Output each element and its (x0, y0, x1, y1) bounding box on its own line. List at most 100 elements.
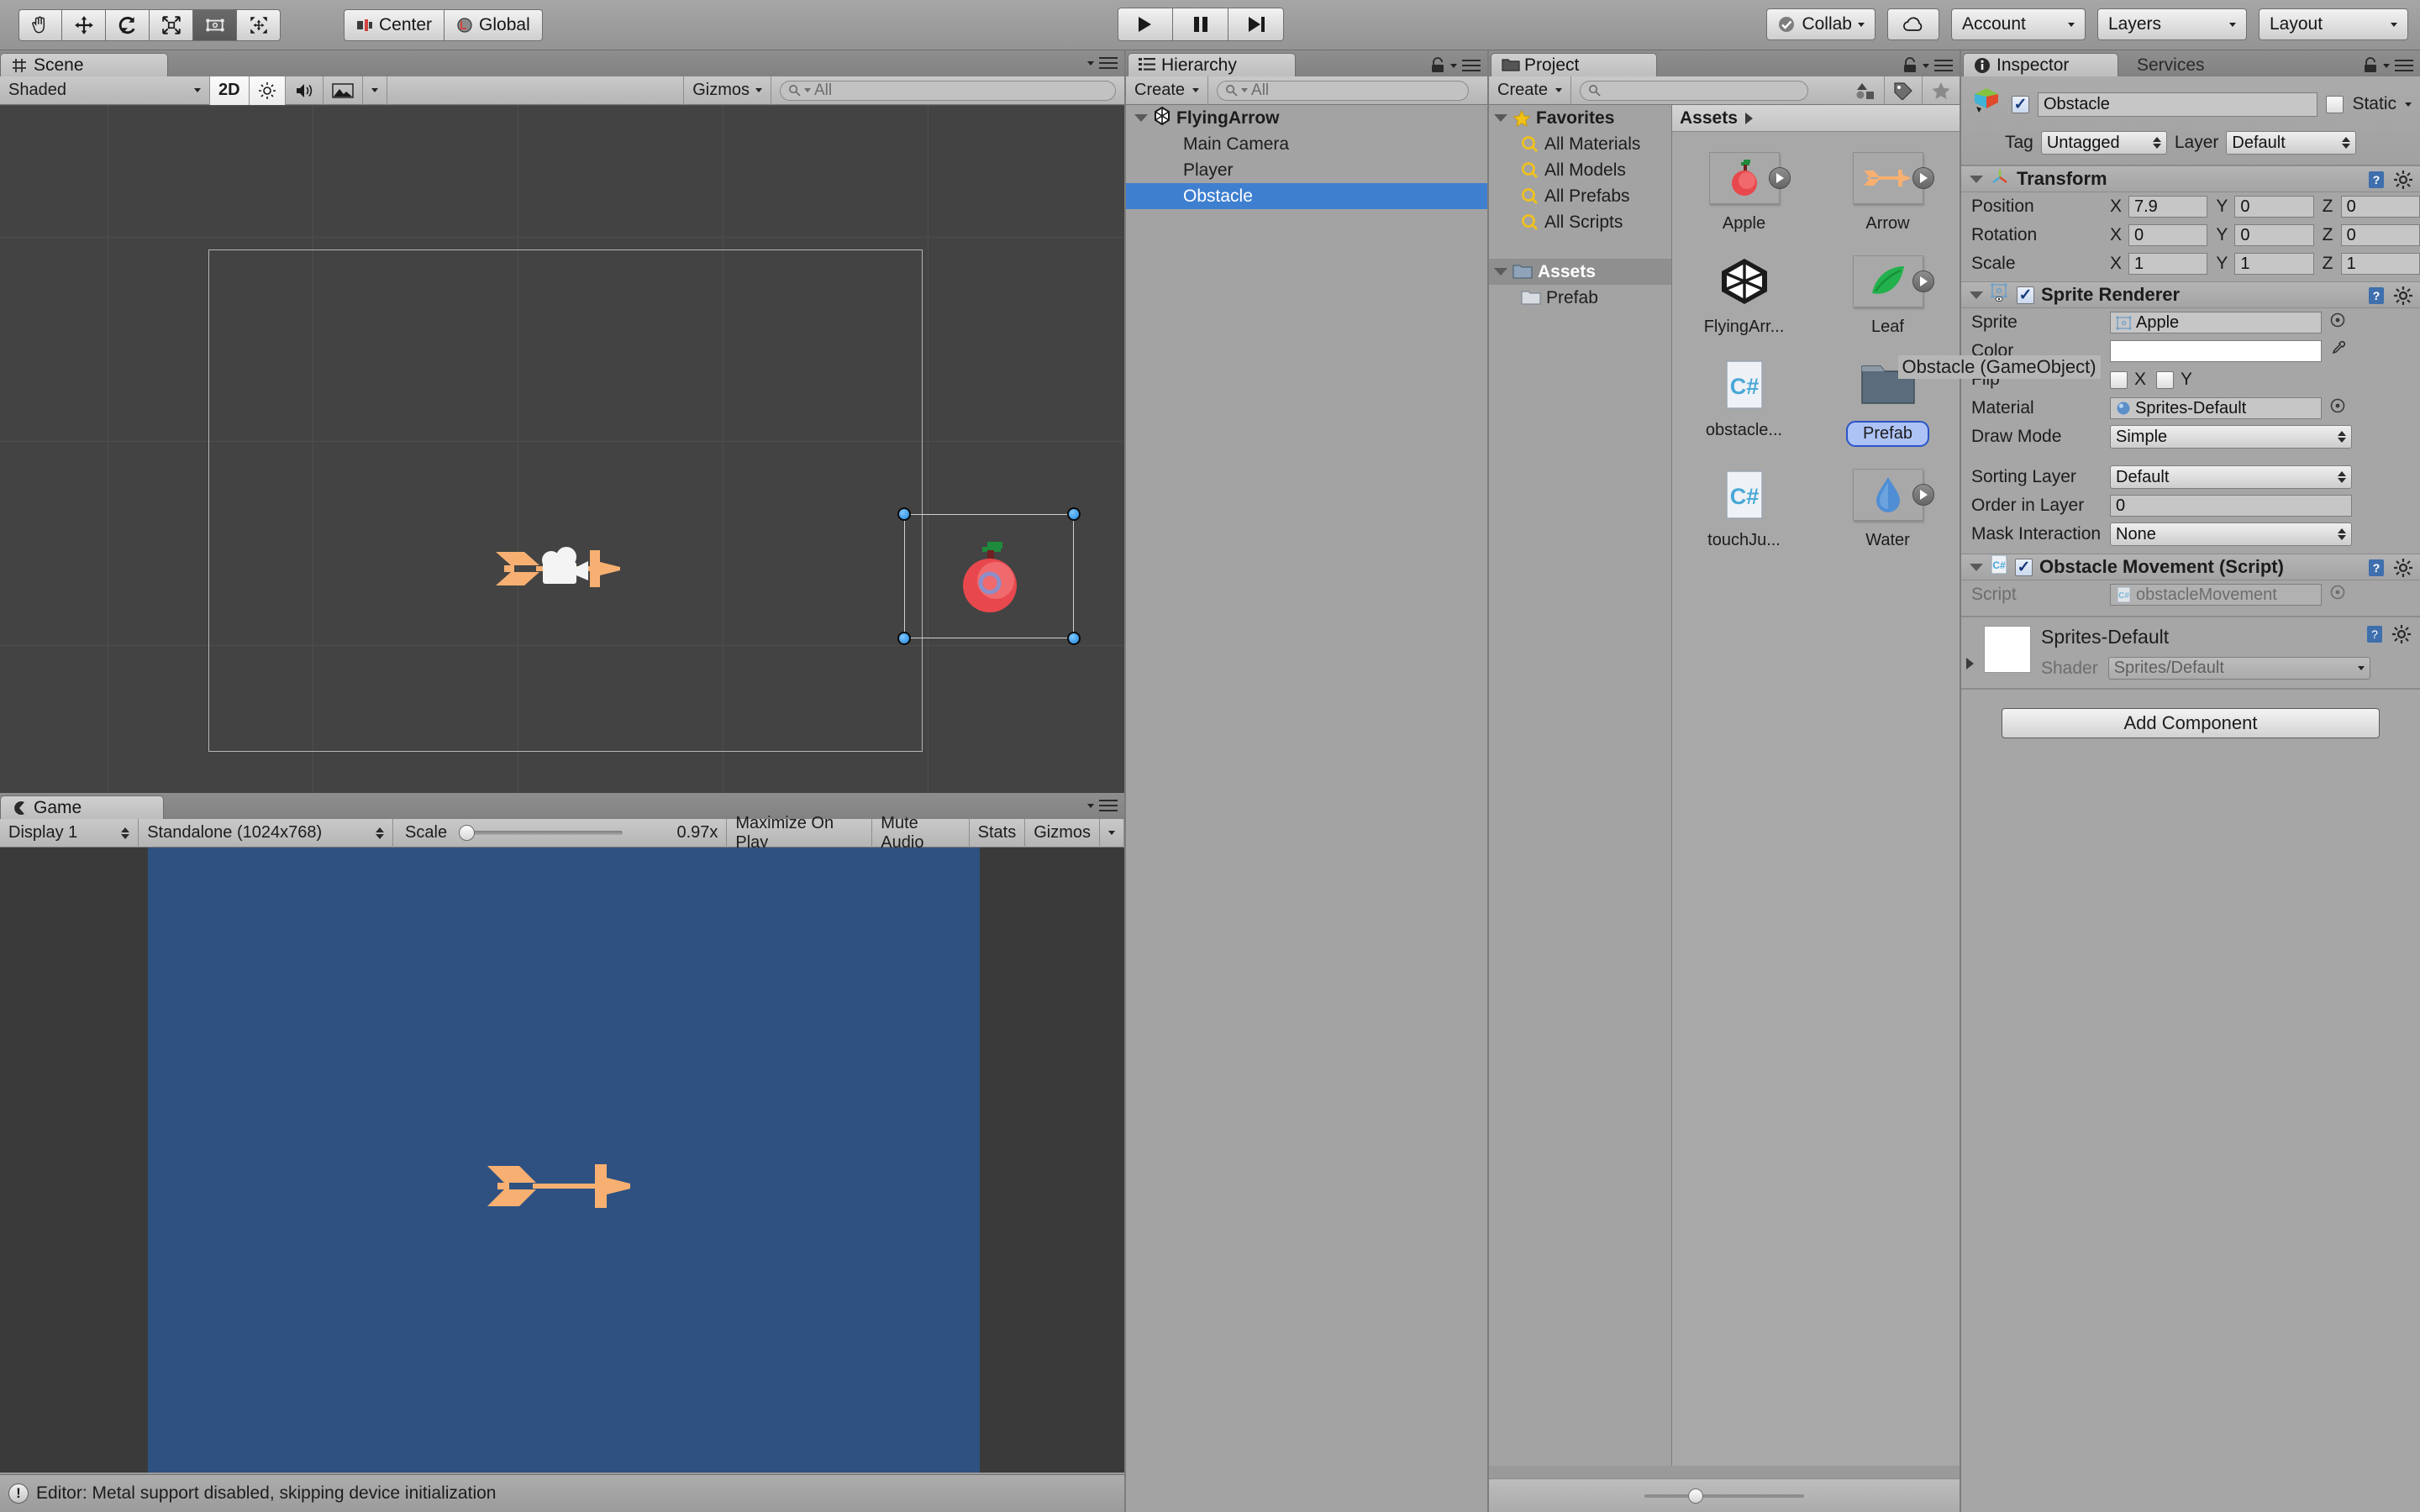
hierarchy-panel-menu[interactable] (1430, 57, 1481, 74)
scale-slider-knob[interactable] (459, 825, 476, 841)
account-button[interactable]: Account (1951, 8, 2086, 40)
tab-scene[interactable]: Scene (0, 53, 168, 76)
asset-item-prefab-folder[interactable]: Obstacle (GameObject) Prefab (1816, 355, 2101, 447)
gameobject-enabled-checkbox[interactable] (2012, 95, 2029, 113)
main-camera-gizmo[interactable] (536, 542, 595, 591)
move-tool-button[interactable] (62, 8, 106, 41)
script-component-header[interactable]: C# Obstacle Movement (Script) ? (1961, 554, 2420, 580)
effects-dropdown[interactable] (363, 76, 387, 105)
scale-z-input[interactable]: 1 (2340, 253, 2420, 275)
selection-handle-tl[interactable] (897, 507, 911, 521)
gameobject-name-input[interactable]: Obstacle (2038, 92, 2318, 117)
play-button[interactable] (1118, 8, 1173, 41)
sprite-picker-button[interactable] (2330, 312, 2345, 333)
handle-space-button[interactable]: Global (445, 8, 543, 41)
hierarchy-create-button[interactable]: Create (1126, 76, 1209, 105)
expand-triangle-icon[interactable] (1966, 658, 1974, 669)
project-zoom-slider[interactable] (1688, 1488, 1703, 1504)
project-tree-all-scripts[interactable]: All Scripts (1489, 209, 1671, 235)
project-breadcrumb[interactable]: Assets (1672, 105, 1960, 132)
material-component-tools[interactable]: ? (2365, 624, 2412, 644)
chevron-down-icon[interactable] (2405, 102, 2412, 107)
scale-y-input[interactable]: 1 (2234, 253, 2314, 275)
filter-by-type-button[interactable] (1847, 76, 1885, 105)
tab-inspector[interactable]: Inspector (1963, 53, 2118, 76)
resolution-dropdown[interactable]: Standalone (1024x768) (139, 818, 394, 848)
sprite-object-field[interactable]: Apple (2110, 312, 2322, 333)
asset-item-touchjump-script[interactable]: C# touchJu... (1672, 469, 1816, 550)
favorites-button[interactable] (1923, 76, 1960, 105)
material-object-field[interactable]: Sprites-Default (2110, 397, 2322, 419)
shading-mode-dropdown[interactable]: Shaded (0, 76, 210, 105)
component-tools[interactable]: ? (2366, 286, 2413, 306)
asset-item-water[interactable]: Water (1816, 469, 1960, 550)
draw-mode-dropdown[interactable]: Simple (2110, 425, 2352, 449)
position-y-input[interactable]: 0 (2234, 196, 2314, 218)
transform-component-header[interactable]: Transform ? (1961, 165, 2420, 192)
sprite-renderer-enabled-checkbox[interactable] (2017, 286, 2034, 304)
status-bar[interactable]: ! Editor: Metal support disabled, skippi… (0, 1474, 1124, 1512)
script-enabled-checkbox[interactable] (2015, 558, 2033, 576)
rotation-z-input[interactable]: 0 (2340, 224, 2420, 246)
rotation-x-input[interactable]: 0 (2128, 224, 2208, 246)
asset-preview-button[interactable] (1768, 167, 1791, 189)
selection-handle-tr[interactable] (1067, 507, 1081, 521)
layout-button[interactable]: Layout (2259, 8, 2408, 40)
scene-gizmos-dropdown[interactable]: Gizmos (683, 76, 771, 105)
game-viewport[interactable] (0, 848, 1124, 1473)
hierarchy-item-player[interactable]: Player (1126, 157, 1487, 183)
tag-dropdown[interactable]: Untagged (2040, 131, 2167, 155)
rotation-y-input[interactable]: 0 (2234, 224, 2314, 246)
expand-triangle-icon[interactable] (1970, 175, 1983, 183)
asset-item-arrow[interactable]: Arrow (1816, 152, 1960, 234)
scene-panel-menu[interactable] (1087, 57, 1118, 69)
flip-x-checkbox[interactable] (2110, 370, 2128, 389)
project-tree-all-materials[interactable]: All Materials (1489, 131, 1671, 157)
step-button[interactable] (1228, 8, 1284, 41)
hierarchy-search-input[interactable]: All (1217, 80, 1470, 101)
asset-item-obstacle-script[interactable]: C# obstacle... (1672, 359, 1816, 447)
scale-slider[interactable] (459, 825, 623, 841)
position-z-input[interactable]: 0 (2340, 196, 2420, 218)
lighting-toggle-button[interactable] (249, 76, 286, 105)
layers-button[interactable]: Layers (2097, 8, 2247, 40)
expand-triangle-icon[interactable] (1970, 563, 1983, 571)
project-panel-menu[interactable] (1902, 57, 1953, 74)
effects-toggle-button[interactable] (324, 76, 363, 105)
rect-tool-button[interactable] (193, 8, 237, 41)
obstacle-apple-sprite[interactable] (954, 535, 1026, 616)
stats-button[interactable]: Stats (970, 818, 1026, 848)
tab-game[interactable]: Game (0, 795, 164, 819)
project-tree-all-prefabs[interactable]: All Prefabs (1489, 183, 1671, 209)
asset-preview-button[interactable] (1912, 270, 1934, 292)
rotate-tool-button[interactable] (106, 8, 150, 41)
component-tools[interactable]: ? (2366, 170, 2413, 190)
asset-item-leaf[interactable]: Leaf (1816, 255, 1960, 337)
scale-x-input[interactable]: 1 (2128, 253, 2208, 275)
eyedropper-icon[interactable] (2330, 340, 2347, 362)
inspector-panel-menu[interactable] (2363, 57, 2413, 74)
project-tree-prefab[interactable]: Prefab (1489, 285, 1671, 311)
project-tree-all-models[interactable]: All Models (1489, 157, 1671, 183)
asset-preview-button[interactable] (1912, 167, 1934, 189)
asset-item-flyingarrow-scene[interactable]: FlyingArr... (1672, 255, 1816, 337)
order-in-layer-input[interactable]: 0 (2110, 495, 2352, 517)
collab-button[interactable]: Collab (1766, 8, 1876, 40)
cloud-button[interactable] (1887, 8, 1939, 40)
selection-handle-bl[interactable] (897, 632, 911, 645)
selection-handle-br[interactable] (1067, 632, 1081, 645)
asset-item-apple[interactable]: Apple (1672, 152, 1816, 234)
expand-triangle-icon[interactable] (1134, 114, 1148, 122)
hierarchy-item-main-camera[interactable]: Main Camera (1126, 131, 1487, 157)
position-x-input[interactable]: 7.9 (2128, 196, 2208, 218)
material-picker-button[interactable] (2330, 398, 2345, 418)
hand-tool-button[interactable] (18, 8, 62, 41)
asset-preview-button[interactable] (1912, 484, 1934, 506)
expand-triangle-icon[interactable] (1494, 268, 1507, 276)
display-dropdown[interactable]: Display 1 (0, 818, 139, 848)
scale-slider-group[interactable]: Scale (393, 819, 631, 848)
tab-project[interactable]: Project (1491, 53, 1657, 76)
project-create-button[interactable]: Create (1489, 76, 1572, 105)
hierarchy-item-obstacle[interactable]: Obstacle (1126, 183, 1487, 209)
audio-toggle-button[interactable] (286, 76, 324, 105)
